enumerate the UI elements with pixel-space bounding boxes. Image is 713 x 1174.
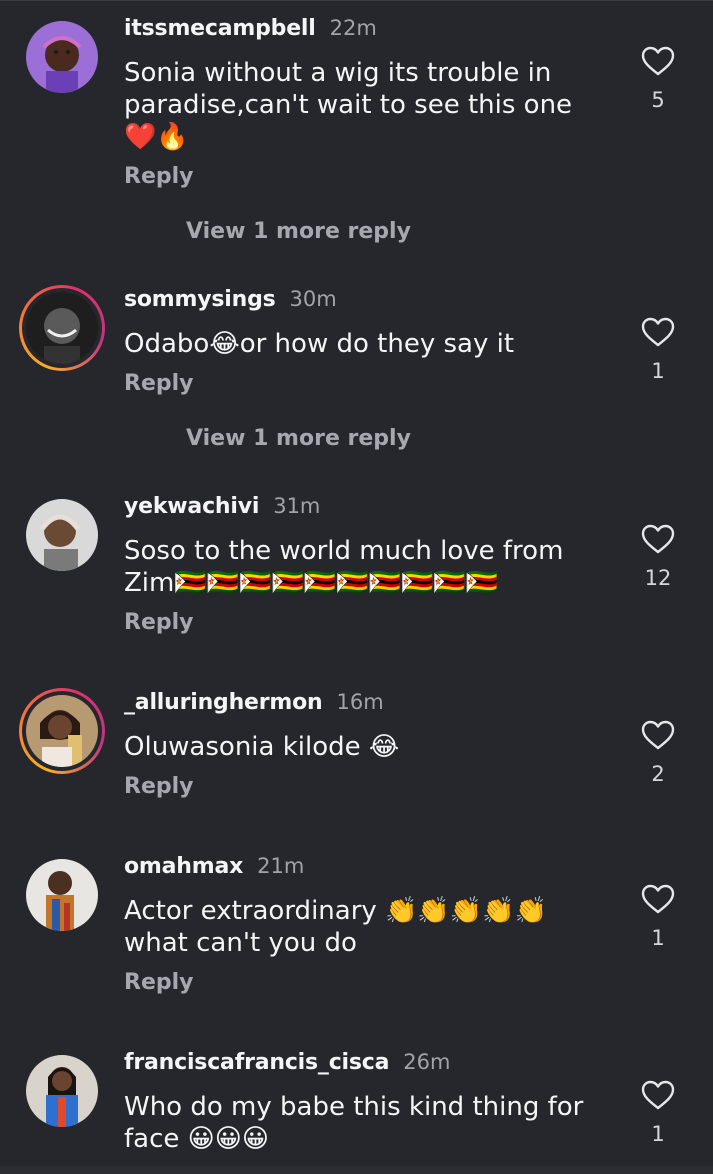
- reply-button[interactable]: Reply: [124, 970, 194, 995]
- heart-outline-icon: [641, 524, 675, 554]
- reply-button[interactable]: Reply: [124, 164, 194, 189]
- avatar[interactable]: [19, 1048, 105, 1134]
- heart-outline-icon: [641, 884, 675, 914]
- like-count: 2: [651, 762, 665, 786]
- comment-timestamp: 26m: [403, 1050, 451, 1074]
- like-button[interactable]: 1: [637, 884, 679, 950]
- comment-text: Sonia without a wig its trouble in parad…: [124, 58, 573, 152]
- like-button[interactable]: 1: [637, 317, 679, 383]
- comment-username[interactable]: yekwachivi: [124, 494, 259, 519]
- heart-outline-icon: [641, 46, 675, 76]
- comment-text: Soso to the world much love from Zim🇿🇼🇿🇼…: [124, 536, 564, 598]
- comment-timestamp: 21m: [257, 854, 305, 878]
- like-count: 5: [651, 88, 665, 112]
- avatar[interactable]: [19, 492, 105, 578]
- comment-text: Odabo😂or how do they say it: [124, 329, 515, 359]
- comment-timestamp: 16m: [336, 690, 384, 714]
- heart-outline-icon: [641, 720, 675, 750]
- like-button[interactable]: 1: [637, 1080, 679, 1146]
- comment-timestamp: 22m: [329, 16, 377, 40]
- view-more-replies-button[interactable]: View 1 more reply: [186, 426, 411, 451]
- comment-timestamp: 31m: [273, 494, 321, 518]
- top-divider: [0, 0, 713, 1]
- comment-username[interactable]: sommysings: [124, 287, 276, 312]
- heart-outline-icon: [641, 317, 675, 347]
- comment-timestamp: 30m: [289, 287, 337, 311]
- comment-username[interactable]: _alluringhermon: [124, 690, 323, 715]
- avatar[interactable]: [19, 852, 105, 938]
- avatar[interactable]: [19, 285, 105, 371]
- like-button[interactable]: 12: [637, 524, 679, 590]
- reply-button[interactable]: Reply: [124, 610, 194, 635]
- like-button[interactable]: 5: [637, 46, 679, 112]
- comment-username[interactable]: itssmecampbell: [124, 16, 316, 41]
- like-count: 1: [651, 359, 665, 383]
- reply-button[interactable]: Reply: [124, 371, 194, 396]
- like-count: 1: [651, 1122, 665, 1146]
- comment-text: Who do my babe this kind thing for face …: [124, 1092, 584, 1154]
- comment-username[interactable]: franciscafrancis_cisca: [124, 1050, 389, 1075]
- comment-text: Oluwasonia kilode 😂: [124, 732, 400, 762]
- heart-outline-icon: [641, 1080, 675, 1110]
- avatar[interactable]: [19, 688, 105, 774]
- like-button[interactable]: 2: [637, 720, 679, 786]
- view-more-replies-button[interactable]: View 1 more reply: [186, 219, 411, 244]
- like-count: 12: [644, 566, 672, 590]
- comment-username[interactable]: omahmax: [124, 854, 243, 879]
- avatar[interactable]: [19, 14, 105, 100]
- bottom-divider: [0, 1166, 713, 1174]
- reply-button[interactable]: Reply: [124, 774, 194, 799]
- like-count: 1: [651, 926, 665, 950]
- comment-text: Actor extraordinary 👏👏👏👏👏 what can't you…: [124, 896, 547, 958]
